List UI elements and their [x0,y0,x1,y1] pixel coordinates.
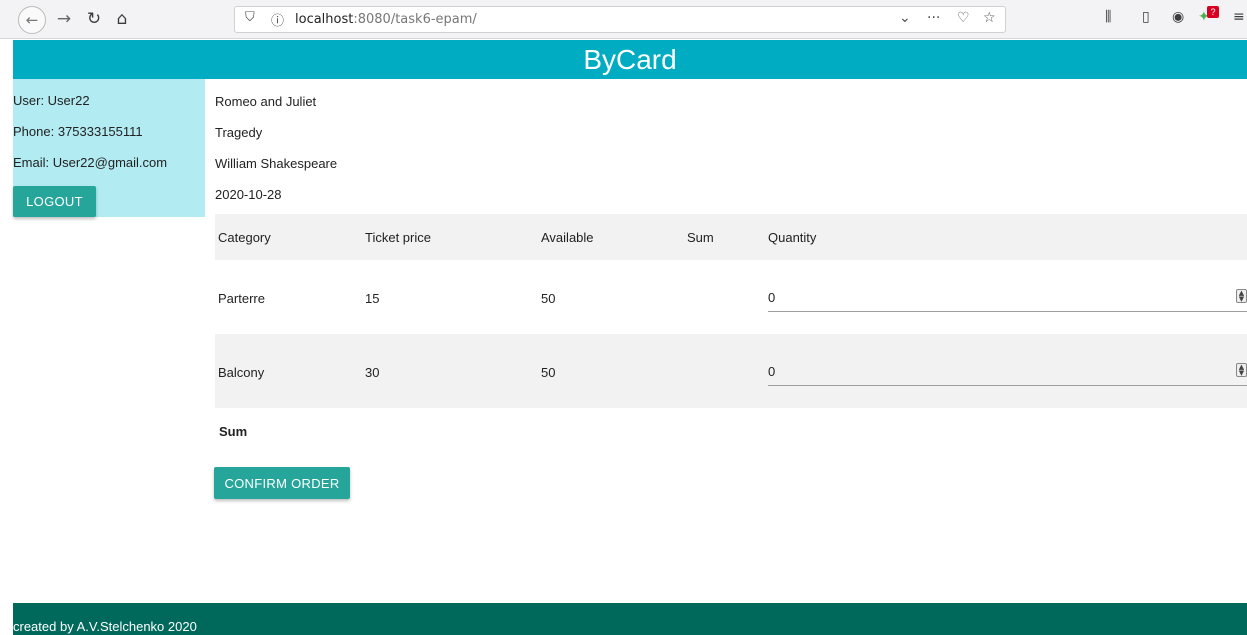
home-icon[interactable]: ⌂ [110,7,134,31]
hamburger-menu-icon[interactable]: ≡ [1233,9,1245,25]
site-title: ByCard [583,44,677,75]
library-icon[interactable]: ⫼ [1105,9,1111,25]
table-row: Parterre 15 50 ▲▼ [215,260,1247,334]
event-title: Romeo and Juliet [215,94,317,109]
row-ticket-price: 15 [365,291,380,306]
event-author: William Shakespeare [215,156,338,171]
row-category: Parterre [218,291,265,306]
url-path: :8080/task6-epam/ [353,12,477,27]
user-panel: User: User22 Phone: 375333155111 Email: … [13,79,205,217]
user-phone: Phone: 375333155111 [13,124,143,139]
order-sum-label: Sum [219,424,248,439]
header-available: Available [541,230,594,245]
confirm-order-button[interactable]: CONFIRM ORDER [214,467,350,499]
logout-button[interactable]: LOGOUT [13,186,96,217]
pocket-icon[interactable]: ♡ [957,10,970,26]
row-category: Balcony [218,365,265,380]
header-category: Category [218,230,271,245]
site-info-icon[interactable]: ⓘ [271,10,284,29]
header-sum: Sum [687,230,714,245]
url-host: localhost [295,12,354,27]
sidebar-icon[interactable]: ▯ [1142,9,1150,25]
row-available: 50 [541,291,556,306]
more-dots-icon[interactable]: ··· [927,10,940,26]
row-ticket-price: 30 [365,365,380,380]
url-text[interactable]: localhost:8080/task6-epam/ [295,12,477,27]
forward-arrow-icon[interactable]: → [52,7,76,31]
site-footer: created by A.V.Stelchenko 2020 [13,603,1247,635]
account-icon[interactable]: ◉ [1172,9,1184,25]
site-header: ByCard [13,40,1247,79]
table-header-row: Category Ticket price Available Sum Quan… [215,214,1247,260]
bookmark-star-icon[interactable]: ☆ [983,10,996,26]
header-ticket-price: Ticket price [365,230,431,245]
page-content: ByCard User: User22 Phone: 375333155111 … [13,40,1247,635]
tracking-shield-icon[interactable]: ⛉ [245,10,255,25]
quantity-input-balcony[interactable] [768,358,1247,386]
user-email: Email: User22@gmail.com [13,155,168,170]
user-name: User: User22 [13,93,90,108]
event-genre: Tragedy [215,125,263,140]
reload-icon[interactable]: ↻ [82,7,106,31]
footer-text: created by A.V.Stelchenko 2020 [13,619,197,634]
event-date: 2020-10-28 [215,187,282,202]
table-row: Balcony 30 50 ▲▼ [215,334,1247,408]
browser-toolbar: ← → ↻ ⌂ ⛉ ⓘ localhost:8080/task6-epam/ ⌄… [0,0,1247,39]
quantity-spinner-icon[interactable]: ▲ ▼ [1236,363,1247,377]
header-quantity: Quantity [768,230,817,245]
chevron-down-icon[interactable]: ⌄ [899,10,911,26]
row-available: 50 [541,365,556,380]
back-arrow-icon[interactable]: ← [18,6,46,34]
address-bar[interactable]: ⛉ ⓘ localhost:8080/task6-epam/ ⌄ ··· ♡ ☆ [234,6,1006,33]
quantity-input-parterre[interactable] [768,284,1247,312]
extension-badge: ? [1207,6,1219,18]
quantity-spinner-icon[interactable]: ▲ ▼ [1236,289,1247,303]
